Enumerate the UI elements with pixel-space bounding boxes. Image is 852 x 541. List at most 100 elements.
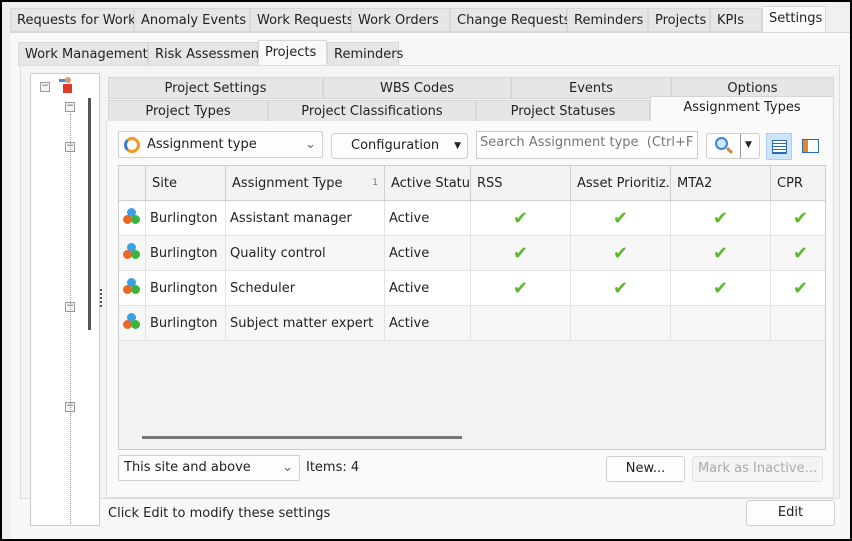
- top-tab-kpis[interactable]: KPIs: [710, 8, 762, 32]
- sub-tab-risk-assessment[interactable]: Risk Assessment: [148, 42, 264, 66]
- table-row[interactable]: Burlington Quality control Active ✔ ✔ ✔ ✔: [119, 236, 825, 271]
- top-tab-settings[interactable]: Settings: [762, 6, 826, 33]
- card-view-button[interactable]: [798, 133, 824, 160]
- tree-scrollbar[interactable]: [88, 98, 91, 330]
- splitter-handle[interactable]: [100, 289, 103, 307]
- tab-project-statuses[interactable]: Project Statuses: [476, 100, 650, 122]
- column-header-site[interactable]: Site: [146, 166, 226, 201]
- check-icon[interactable]: ✔: [571, 201, 671, 236]
- status-text: Click Edit to modify these settings: [108, 506, 331, 521]
- column-header-asset-prioritiz-[interactable]: Asset Prioritiz...: [571, 166, 671, 201]
- role-icon: [119, 306, 146, 341]
- sub-tab-work-management[interactable]: Work Management: [18, 42, 148, 66]
- cell-site: Burlington: [146, 271, 226, 306]
- collapse-icon[interactable]: −: [65, 102, 75, 112]
- scope-select[interactable]: This site and above ⌄: [118, 455, 300, 481]
- check-icon[interactable]: ✔: [771, 201, 825, 236]
- settings-window: Requests for Work Anomaly Events Work Requ…: [2, 2, 850, 539]
- sub-tab-projects[interactable]: Projects: [258, 40, 327, 64]
- tab-events[interactable]: Events: [511, 77, 671, 99]
- collapse-icon[interactable]: −: [40, 82, 50, 92]
- column-header-cpr[interactable]: CPR: [771, 166, 825, 201]
- column-header-active-status[interactable]: Active Status: [385, 166, 471, 201]
- check-icon[interactable]: ✔: [671, 201, 771, 236]
- role-icon: [119, 201, 146, 236]
- cell-type: Quality control: [226, 236, 385, 271]
- column-header-rss[interactable]: RSS: [471, 166, 571, 201]
- top-tab-reminders[interactable]: Reminders: [567, 8, 648, 32]
- top-tab-requests-for-work[interactable]: Requests for Work: [10, 8, 136, 32]
- empty-cell[interactable]: [771, 306, 825, 341]
- chevron-down-icon: ⌄: [305, 137, 316, 152]
- column-label: Active Status: [391, 176, 471, 191]
- cell-status: Active: [385, 236, 471, 271]
- column-label: Assignment Type: [232, 176, 343, 191]
- check-icon[interactable]: ✔: [571, 236, 671, 271]
- table-row[interactable]: Burlington Subject matter expert Active: [119, 306, 825, 341]
- cell-site: Burlington: [146, 306, 226, 341]
- check-icon[interactable]: ✔: [471, 201, 571, 236]
- role-icon: [119, 271, 146, 306]
- tab-project-settings[interactable]: Project Settings: [108, 77, 323, 99]
- search-button[interactable]: ▼: [706, 133, 760, 159]
- column-label: CPR: [777, 176, 803, 191]
- column-header-assignment-type[interactable]: Assignment Type 1: [226, 166, 385, 201]
- search-input[interactable]: [476, 131, 698, 159]
- cell-site: Burlington: [146, 201, 226, 236]
- check-icon[interactable]: ✔: [571, 271, 671, 306]
- tab-assignment-types[interactable]: Assignment Types: [650, 96, 834, 121]
- cell-type: Assistant manager: [226, 201, 385, 236]
- tab-project-types[interactable]: Project Types: [108, 100, 268, 122]
- tab-wbs-codes[interactable]: WBS Codes: [323, 77, 511, 99]
- column-label: MTA2: [677, 176, 713, 191]
- column-label: Asset Prioritiz...: [577, 176, 671, 191]
- assignment-type-icon: [124, 137, 140, 153]
- check-icon[interactable]: ✔: [471, 236, 571, 271]
- inner-tab-row-2: Project Types Project Classifications Proj…: [108, 96, 834, 122]
- cell-site: Burlington: [146, 236, 226, 271]
- column-header-mta2[interactable]: MTA2: [671, 166, 771, 201]
- new-button[interactable]: New...: [606, 456, 685, 482]
- cell-type: Subject matter expert: [226, 306, 385, 341]
- items-count: Items: 4: [306, 460, 360, 475]
- user-tree-root-icon[interactable]: [59, 76, 73, 94]
- view-select[interactable]: Assignment type ⌄: [118, 131, 323, 158]
- list-view-button[interactable]: [766, 133, 792, 160]
- check-icon[interactable]: ✔: [671, 236, 771, 271]
- column-label: RSS: [477, 176, 503, 191]
- table-row[interactable]: Burlington Scheduler Active ✔ ✔ ✔ ✔: [119, 271, 825, 306]
- configuration-button[interactable]: Configuration ▼: [331, 133, 468, 159]
- check-icon[interactable]: ✔: [771, 271, 825, 306]
- chevron-down-icon: ⌄: [282, 460, 293, 475]
- sub-tab-reminders[interactable]: Reminders: [327, 42, 403, 66]
- check-icon[interactable]: ✔: [671, 271, 771, 306]
- top-tab-bar: Requests for Work Anomaly Events Work Requ…: [10, 6, 850, 33]
- table-row[interactable]: Burlington Assistant manager Active ✔ ✔ ✔ ✔: [119, 201, 825, 236]
- cell-type: Scheduler: [226, 271, 385, 306]
- check-icon[interactable]: ✔: [471, 271, 571, 306]
- top-tab-projects[interactable]: Projects: [648, 8, 710, 32]
- edit-button[interactable]: Edit: [746, 500, 835, 526]
- tab-project-classifications[interactable]: Project Classifications: [268, 100, 476, 122]
- top-tab-work-requests[interactable]: Work Requests: [250, 8, 354, 32]
- mark-inactive-button[interactable]: Mark as Inactive...: [692, 456, 823, 482]
- cell-status: Active: [385, 271, 471, 306]
- cell-status: Active: [385, 306, 471, 341]
- list-icon: [772, 140, 787, 154]
- top-tab-work-orders[interactable]: Work Orders: [351, 8, 450, 32]
- column-label: Site: [152, 176, 177, 191]
- cell-status: Active: [385, 201, 471, 236]
- top-tab-change-requests[interactable]: Change Requests: [450, 8, 570, 32]
- top-tab-anomaly-events[interactable]: Anomaly Events: [134, 8, 250, 32]
- sort-ascending-icon[interactable]: 1: [372, 166, 378, 200]
- empty-cell[interactable]: [671, 306, 771, 341]
- assignment-types-grid: Site Assignment Type 1 Active Status RSS Asse…: [118, 165, 826, 450]
- check-icon[interactable]: ✔: [771, 236, 825, 271]
- horizontal-scrollbar[interactable]: [142, 436, 462, 439]
- card-view-icon: [802, 139, 819, 153]
- empty-cell[interactable]: [471, 306, 571, 341]
- empty-cell[interactable]: [571, 306, 671, 341]
- tree-panel: − − − − −: [30, 73, 100, 526]
- dropdown-arrow-icon: ▼: [454, 141, 461, 151]
- row-header-corner: [119, 166, 146, 201]
